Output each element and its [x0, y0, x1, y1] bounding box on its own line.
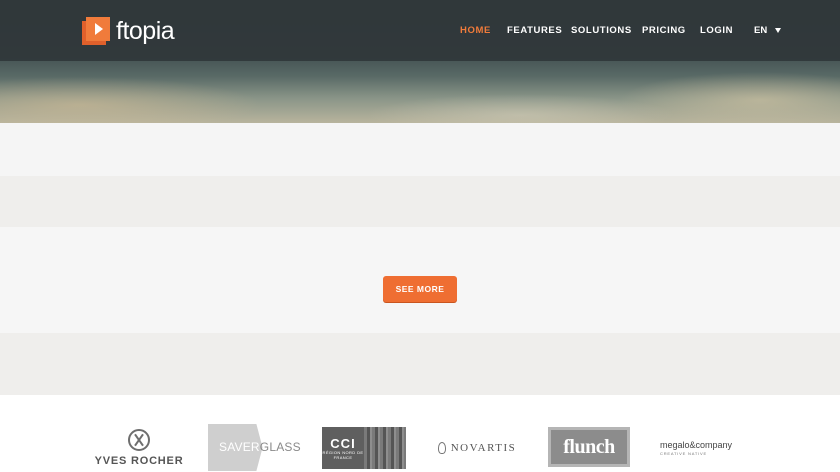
chevron-down-icon	[775, 28, 782, 33]
saverglass-part-b: GLASS	[259, 440, 301, 454]
cci-title: CCI	[330, 435, 356, 451]
client-logo-flunch: flunch	[548, 427, 630, 467]
saverglass-part-a: SAVER	[219, 440, 260, 454]
client-logo-yves-rocher: YVES ROCHER	[93, 425, 185, 470]
see-more-button[interactable]: SEE MORE	[383, 276, 457, 302]
novartis-flame-icon	[437, 441, 446, 454]
client-logo-megalo-company: megalo&company CREATIVE NATIVE	[660, 425, 744, 470]
client-name: YVES ROCHER	[94, 454, 184, 467]
main-menu: HOME FEATURES SOLUTIONS PRICING LOGIN EN	[0, 25, 840, 39]
nav-item-home[interactable]: HOME	[460, 25, 491, 36]
client-logo-cci: CCI RÉGION NORD DE FRANCE	[322, 427, 406, 469]
cci-pattern	[364, 427, 406, 469]
client-tagline: CREATIVE NATIVE	[660, 450, 707, 456]
cci-subtitle: RÉGION NORD DE FRANCE	[322, 449, 364, 460]
top-navigation: ftopia HOME FEATURES SOLUTIONS PRICING L…	[0, 0, 840, 61]
client-name: flunch	[563, 435, 615, 458]
client-name: megalo&company	[660, 439, 733, 450]
nav-item-features[interactable]: FEATURES	[507, 25, 562, 36]
language-label: EN	[754, 25, 768, 36]
content-band-4	[0, 333, 840, 395]
nav-item-pricing[interactable]: PRICING	[642, 25, 686, 36]
content-band-1	[0, 123, 840, 176]
client-name: NOVARTIS	[450, 441, 517, 454]
content-band-2	[0, 176, 840, 227]
yves-rocher-leaf-icon	[128, 428, 150, 451]
client-logo-novartis: NOVARTIS	[433, 425, 521, 470]
nav-item-solutions[interactable]: SOLUTIONS	[571, 25, 632, 36]
nav-item-login[interactable]: LOGIN	[700, 25, 733, 36]
saverglass-wordmark: SAVERGLASS	[219, 440, 301, 454]
language-selector[interactable]: EN	[754, 25, 782, 36]
